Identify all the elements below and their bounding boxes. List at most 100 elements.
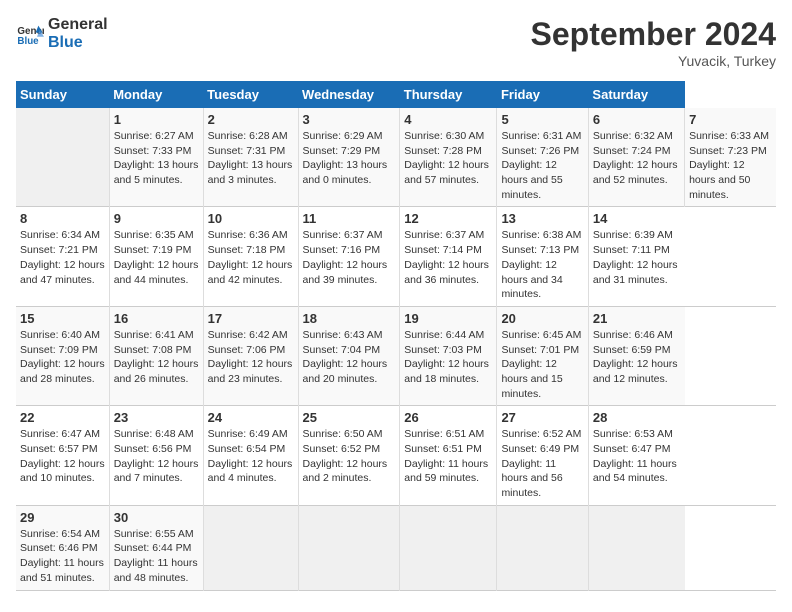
sunset-label: Sunset: 6:44 PM [114,542,192,554]
day-info: Sunrise: 6:28 AM Sunset: 7:31 PM Dayligh… [208,129,294,188]
sunrise-label: Sunrise: 6:50 AM [303,428,383,440]
daylight-label: Daylight: 12 hours and 44 minutes. [114,259,199,286]
day-info: Sunrise: 6:50 AM Sunset: 6:52 PM Dayligh… [303,427,396,486]
daylight-label: Daylight: 11 hours and 48 minutes. [114,557,198,584]
day-info: Sunrise: 6:49 AM Sunset: 6:54 PM Dayligh… [208,427,294,486]
calendar-cell: 8 Sunrise: 6:34 AM Sunset: 7:21 PM Dayli… [16,207,109,306]
sunset-label: Sunset: 6:52 PM [303,443,381,455]
day-number: 14 [593,211,681,226]
sunrise-label: Sunrise: 6:46 AM [593,329,673,341]
sunrise-label: Sunrise: 6:33 AM [689,130,769,142]
calendar-cell [400,505,497,590]
daylight-label: Daylight: 12 hours and 47 minutes. [20,259,105,286]
day-info: Sunrise: 6:40 AM Sunset: 7:09 PM Dayligh… [20,328,105,387]
calendar-cell: 11 Sunrise: 6:37 AM Sunset: 7:16 PM Dayl… [298,207,400,306]
sunrise-label: Sunrise: 6:42 AM [208,329,288,341]
day-info: Sunrise: 6:45 AM Sunset: 7:01 PM Dayligh… [501,328,583,401]
logo: General Blue General Blue [16,16,108,51]
daylight-label: Daylight: 12 hours and 12 minutes. [593,358,678,385]
sunrise-label: Sunrise: 6:34 AM [20,229,100,241]
day-number: 30 [114,510,199,525]
calendar-week-row: 22 Sunrise: 6:47 AM Sunset: 6:57 PM Dayl… [16,406,776,505]
sunrise-label: Sunrise: 6:35 AM [114,229,194,241]
calendar-cell [203,505,298,590]
calendar-cell: 6 Sunrise: 6:32 AM Sunset: 7:24 PM Dayli… [588,108,684,207]
calendar-cell: 20 Sunrise: 6:45 AM Sunset: 7:01 PM Dayl… [497,306,588,405]
calendar-cell: 13 Sunrise: 6:38 AM Sunset: 7:13 PM Dayl… [497,207,588,306]
day-info: Sunrise: 6:35 AM Sunset: 7:19 PM Dayligh… [114,228,199,287]
day-info: Sunrise: 6:51 AM Sunset: 6:51 PM Dayligh… [404,427,492,486]
daylight-label: Daylight: 12 hours and 52 minutes. [593,159,678,186]
sunset-label: Sunset: 7:33 PM [114,145,192,157]
day-number: 3 [303,112,396,127]
day-number: 1 [114,112,199,127]
calendar-cell: 26 Sunrise: 6:51 AM Sunset: 6:51 PM Dayl… [400,406,497,505]
sunrise-label: Sunrise: 6:52 AM [501,428,581,440]
sunset-label: Sunset: 7:01 PM [501,344,579,356]
calendar-cell: 29 Sunrise: 6:54 AM Sunset: 6:46 PM Dayl… [16,505,109,590]
calendar-cell: 22 Sunrise: 6:47 AM Sunset: 6:57 PM Dayl… [16,406,109,505]
day-number: 28 [593,410,681,425]
day-number: 19 [404,311,492,326]
calendar-cell [588,505,684,590]
page-header: General Blue General Blue September 2024… [16,16,776,69]
day-number: 18 [303,311,396,326]
day-info: Sunrise: 6:27 AM Sunset: 7:33 PM Dayligh… [114,129,199,188]
header-day: Thursday [400,81,497,108]
day-info: Sunrise: 6:52 AM Sunset: 6:49 PM Dayligh… [501,427,583,500]
sunrise-label: Sunrise: 6:47 AM [20,428,100,440]
day-info: Sunrise: 6:33 AM Sunset: 7:23 PM Dayligh… [689,129,772,202]
header-day: Sunday [16,81,109,108]
sunset-label: Sunset: 7:21 PM [20,244,98,256]
calendar-cell: 9 Sunrise: 6:35 AM Sunset: 7:19 PM Dayli… [109,207,203,306]
sunrise-label: Sunrise: 6:38 AM [501,229,581,241]
daylight-label: Daylight: 12 hours and 31 minutes. [593,259,678,286]
sunrise-label: Sunrise: 6:39 AM [593,229,673,241]
calendar-cell [298,505,400,590]
daylight-label: Daylight: 12 hours and 10 minutes. [20,458,105,485]
sunset-label: Sunset: 7:31 PM [208,145,286,157]
day-number: 24 [208,410,294,425]
sunrise-label: Sunrise: 6:53 AM [593,428,673,440]
day-info: Sunrise: 6:43 AM Sunset: 7:04 PM Dayligh… [303,328,396,387]
daylight-label: Daylight: 12 hours and 42 minutes. [208,259,293,286]
day-number: 22 [20,410,105,425]
day-number: 7 [689,112,772,127]
calendar-cell: 18 Sunrise: 6:43 AM Sunset: 7:04 PM Dayl… [298,306,400,405]
calendar-cell: 1 Sunrise: 6:27 AM Sunset: 7:33 PM Dayli… [109,108,203,207]
daylight-label: Daylight: 13 hours and 0 minutes. [303,159,388,186]
calendar-body: 1 Sunrise: 6:27 AM Sunset: 7:33 PM Dayli… [16,108,776,590]
calendar-cell [497,505,588,590]
sunrise-label: Sunrise: 6:37 AM [303,229,383,241]
sunset-label: Sunset: 7:26 PM [501,145,579,157]
logo-line1: General [48,16,108,34]
sunset-label: Sunset: 7:23 PM [689,145,767,157]
sunrise-label: Sunrise: 6:43 AM [303,329,383,341]
daylight-label: Daylight: 12 hours and 36 minutes. [404,259,489,286]
day-info: Sunrise: 6:44 AM Sunset: 7:03 PM Dayligh… [404,328,492,387]
svg-text:Blue: Blue [17,35,39,46]
sunset-label: Sunset: 7:09 PM [20,344,98,356]
calendar-cell: 10 Sunrise: 6:36 AM Sunset: 7:18 PM Dayl… [203,207,298,306]
sunrise-label: Sunrise: 6:29 AM [303,130,383,142]
sunrise-label: Sunrise: 6:32 AM [593,130,673,142]
daylight-label: Daylight: 11 hours and 54 minutes. [593,458,677,485]
sunset-label: Sunset: 6:49 PM [501,443,579,455]
sunrise-label: Sunrise: 6:45 AM [501,329,581,341]
sunrise-label: Sunrise: 6:55 AM [114,528,194,540]
sunrise-label: Sunrise: 6:49 AM [208,428,288,440]
sunset-label: Sunset: 6:57 PM [20,443,98,455]
day-info: Sunrise: 6:36 AM Sunset: 7:18 PM Dayligh… [208,228,294,287]
title-section: September 2024 Yuvacik, Turkey [531,16,776,69]
calendar-table: SundayMondayTuesdayWednesdayThursdayFrid… [16,81,776,591]
sunset-label: Sunset: 6:51 PM [404,443,482,455]
sunrise-label: Sunrise: 6:36 AM [208,229,288,241]
day-info: Sunrise: 6:37 AM Sunset: 7:16 PM Dayligh… [303,228,396,287]
day-number: 6 [593,112,680,127]
daylight-label: Daylight: 12 hours and 26 minutes. [114,358,199,385]
header-day: Saturday [588,81,684,108]
day-number: 4 [404,112,492,127]
calendar-cell: 5 Sunrise: 6:31 AM Sunset: 7:26 PM Dayli… [497,108,588,207]
day-info: Sunrise: 6:41 AM Sunset: 7:08 PM Dayligh… [114,328,199,387]
daylight-label: Daylight: 12 hours and 23 minutes. [208,358,293,385]
